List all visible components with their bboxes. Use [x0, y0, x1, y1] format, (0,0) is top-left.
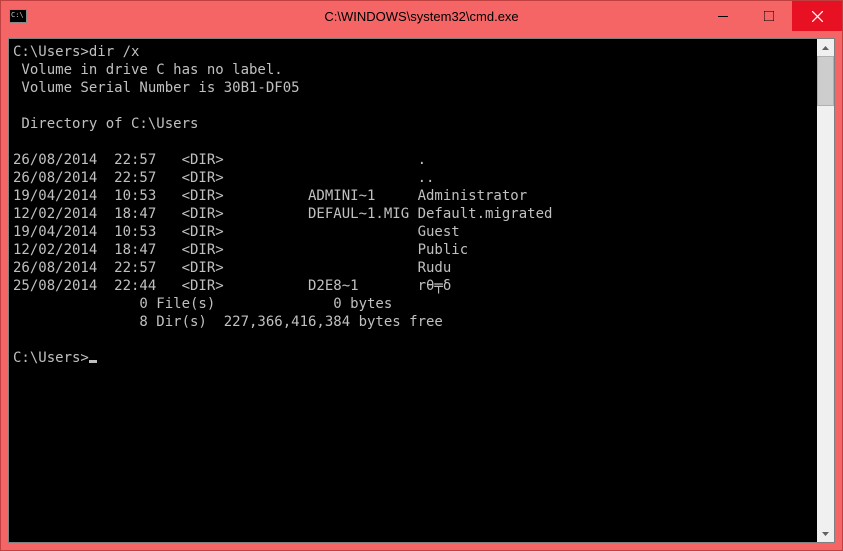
directory-line: Directory of C:\Users [13, 115, 815, 133]
summary-dirs: 8 Dir(s) 227,366,416,384 bytes free [13, 313, 815, 331]
minimize-button[interactable] [700, 1, 746, 31]
directory-entry: 26/08/2014 22:57 <DIR> .. [13, 169, 815, 187]
console-container: C:\Users>dir /x Volume in drive C has no… [8, 38, 835, 543]
directory-entry: 12/02/2014 18:47 <DIR> Public [13, 241, 815, 259]
prompt: C:\Users> [13, 350, 89, 366]
directory-entry: 12/02/2014 18:47 <DIR> DEFAUL~1.MIG Defa… [13, 205, 815, 223]
window-controls [700, 1, 842, 31]
scroll-thumb[interactable] [817, 56, 834, 106]
scroll-track[interactable] [817, 56, 834, 525]
serial-line: Volume Serial Number is 30B1-DF05 [13, 79, 815, 97]
scroll-down-arrow[interactable] [817, 525, 834, 542]
prompt: C:\Users> [13, 44, 89, 60]
directory-entry: 26/08/2014 22:57 <DIR> Rudu [13, 259, 815, 277]
directory-entry: 19/04/2014 10:53 <DIR> Guest [13, 223, 815, 241]
window-title: C:\WINDOWS\system32\cmd.exe [324, 9, 518, 24]
close-button[interactable] [792, 1, 842, 31]
command-text: dir /x [89, 44, 140, 60]
client-area: C:\Users>dir /x Volume in drive C has no… [1, 31, 842, 550]
summary-files: 0 File(s) 0 bytes [13, 295, 815, 313]
window-frame: C:\WINDOWS\system32\cmd.exe C:\Users>dir… [0, 0, 843, 551]
console-output[interactable]: C:\Users>dir /x Volume in drive C has no… [9, 39, 817, 542]
cmd-icon [9, 9, 27, 23]
vertical-scrollbar[interactable] [817, 39, 834, 542]
directory-entries: 26/08/2014 22:57 <DIR> .26/08/2014 22:57… [13, 151, 815, 295]
volume-line: Volume in drive C has no label. [13, 61, 815, 79]
directory-entry: 26/08/2014 22:57 <DIR> . [13, 151, 815, 169]
maximize-button[interactable] [746, 1, 792, 31]
directory-entry: 25/08/2014 22:44 <DIR> D2E8~1 rθ╤δ [13, 277, 815, 295]
cursor [89, 360, 97, 363]
scroll-up-arrow[interactable] [817, 39, 834, 56]
directory-entry: 19/04/2014 10:53 <DIR> ADMINI~1 Administ… [13, 187, 815, 205]
title-bar[interactable]: C:\WINDOWS\system32\cmd.exe [1, 1, 842, 31]
